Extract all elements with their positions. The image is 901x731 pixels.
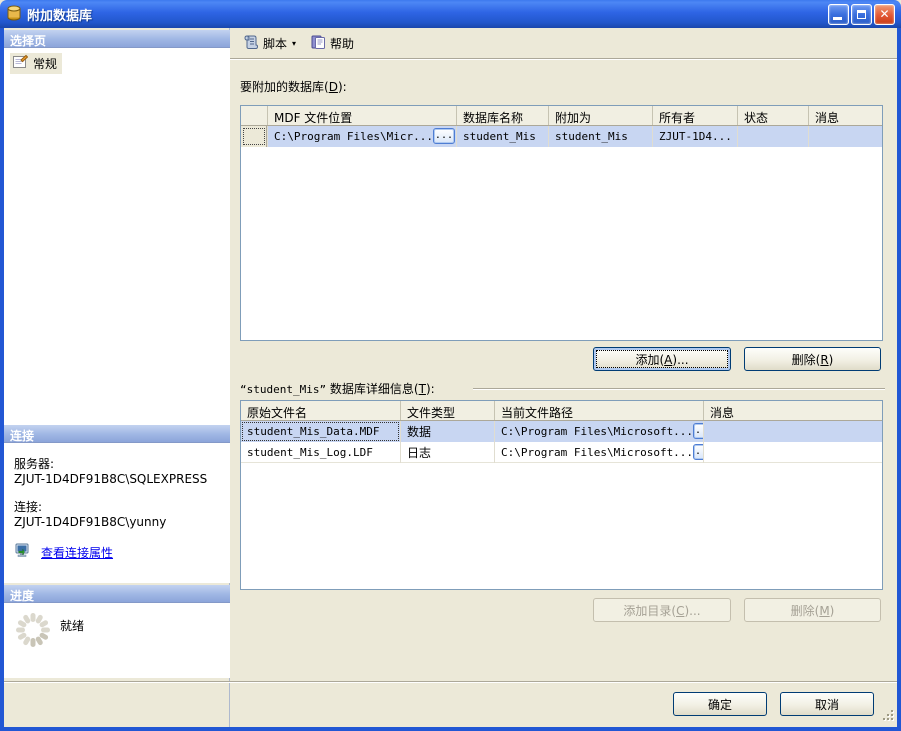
column-header-message: 消息	[808, 106, 882, 125]
browse-path-button[interactable]: ...	[693, 444, 703, 460]
help-icon	[310, 34, 326, 53]
database-details-label: “student_Mis” 数据库详细信息(T):	[240, 380, 435, 397]
titlebar[interactable]: 附加数据库 ✕	[0, 0, 901, 28]
details-db-name: “student_Mis”	[240, 383, 326, 396]
close-button[interactable]: ✕	[874, 4, 895, 25]
remove-button[interactable]: 删除(R)	[744, 347, 881, 371]
mdf-location-value: C:\Program Files\Micr...	[274, 130, 433, 143]
help-button[interactable]: 帮助	[306, 32, 358, 55]
attach-grid-header: MDF 文件位置 数据库名称 附加为 所有者 状态 消息	[241, 106, 882, 126]
connection-header: 连接	[4, 425, 230, 443]
script-button[interactable]: 脚本 ▾	[239, 32, 300, 55]
message-cell[interactable]	[808, 126, 882, 147]
current-path-cell[interactable]: C:\Program Files\Microsoft... ...	[494, 421, 703, 442]
chevron-down-icon: ▾	[292, 39, 296, 48]
property-page-icon	[12, 54, 28, 73]
file-type-cell[interactable]: 日志	[400, 442, 494, 463]
mdf-location-cell[interactable]: C:\Program Files\Micr... ...	[267, 126, 456, 147]
current-path-value: C:\Program Files\Microsoft...	[501, 446, 693, 459]
column-header-database-name: 数据库名称	[456, 106, 548, 125]
message-cell[interactable]	[703, 421, 882, 442]
attach-as-cell[interactable]: student_Mis	[548, 126, 652, 147]
pages-panel: 常规	[4, 48, 230, 425]
status-text: 就绪	[60, 617, 84, 634]
progress-spinner-icon	[14, 611, 52, 652]
toolbar: 脚本 ▾ 帮助	[230, 28, 897, 59]
browse-path-button[interactable]: ...	[693, 423, 703, 439]
select-page-header: 选择页	[4, 30, 230, 48]
main-panel: 脚本 ▾ 帮助 要附加的数据库(D):	[230, 28, 897, 727]
current-path-cell[interactable]: C:\Program Files\Microsoft... ...	[494, 442, 703, 463]
attach-databases-grid[interactable]: MDF 文件位置 数据库名称 附加为 所有者 状态 消息 C:\Program …	[240, 105, 883, 341]
browse-mdf-button[interactable]: ...	[433, 128, 455, 144]
column-header-mdf-location: MDF 文件位置	[267, 106, 456, 125]
sidebar-item-general[interactable]: 常规	[10, 53, 62, 74]
window-title: 附加数据库	[27, 5, 92, 24]
column-header-attach-as: 附加为	[548, 106, 652, 125]
window-border-bottom	[0, 727, 901, 731]
details-label-rest: 数据库详细信息(T):	[326, 382, 435, 396]
groupbox-line	[473, 388, 885, 390]
footer-divider	[4, 681, 897, 683]
progress-panel: 就绪	[4, 603, 230, 678]
original-filename-cell[interactable]: student_Mis_Data.MDF	[241, 421, 400, 442]
column-header-original-filename: 原始文件名	[241, 401, 400, 420]
help-button-label: 帮助	[330, 35, 354, 52]
minimize-icon	[833, 17, 842, 20]
server-label: 服务器:	[14, 455, 230, 472]
current-path-value: C:\Program Files\Microsoft...	[501, 425, 693, 438]
progress-header: 进度	[4, 585, 230, 603]
attach-databases-label: 要附加的数据库(D):	[240, 78, 347, 95]
original-filename-cell[interactable]: student_Mis_Log.LDF	[241, 442, 400, 463]
connection-value: ZJUT-1D4DF91B8C\yunny	[14, 515, 230, 529]
remove-catalog-button: 删除(M)	[744, 598, 881, 622]
column-header-current-path: 当前文件路径	[494, 401, 703, 420]
window-border-right	[897, 28, 901, 731]
table-row[interactable]: student_Mis_Data.MDF 数据 C:\Program Files…	[241, 421, 882, 442]
connection-properties-icon	[14, 543, 32, 562]
resize-grip[interactable]	[882, 709, 895, 725]
column-header-message: 消息	[703, 401, 882, 420]
minimize-button[interactable]	[828, 4, 849, 25]
row-selector-cell[interactable]	[241, 126, 267, 147]
attach-database-dialog: 附加数据库 ✕ 选择页 常规	[0, 0, 901, 731]
script-button-label: 脚本	[263, 35, 287, 52]
details-grid-header: 原始文件名 文件类型 当前文件路径 消息	[241, 401, 882, 421]
cancel-button[interactable]: 取消	[780, 692, 874, 716]
add-catalog-button: 添加目录(C)...	[593, 598, 731, 622]
script-icon	[243, 34, 259, 53]
file-type-cell[interactable]: 数据	[400, 421, 494, 442]
connection-panel: 服务器: ZJUT-1D4DF91B8C\SQLEXPRESS 连接: ZJUT…	[4, 443, 230, 583]
database-name-cell[interactable]: student_Mis	[456, 126, 548, 147]
ok-button[interactable]: 确定	[673, 692, 767, 716]
maximize-button[interactable]	[851, 4, 872, 25]
connection-label: 连接:	[14, 498, 230, 515]
column-header-owner: 所有者	[652, 106, 737, 125]
server-value: ZJUT-1D4DF91B8C\SQLEXPRESS	[14, 472, 230, 486]
status-cell[interactable]	[737, 126, 808, 147]
column-header-selector	[241, 106, 267, 125]
database-details-grid[interactable]: 原始文件名 文件类型 当前文件路径 消息 student_Mis_Data.MD…	[240, 400, 883, 590]
add-button[interactable]: 添加(A)...	[593, 347, 731, 371]
sidebar: 选择页 常规 连接 服务器: ZJUT-1D4DF91B8C\SQLEXPRES…	[4, 28, 230, 727]
maximize-icon	[857, 10, 866, 19]
message-cell[interactable]	[703, 442, 882, 463]
table-row[interactable]: student_Mis_Log.LDF 日志 C:\Program Files\…	[241, 442, 882, 463]
column-header-file-type: 文件类型	[400, 401, 494, 420]
column-header-status: 状态	[737, 106, 808, 125]
owner-cell[interactable]: ZJUT-1D4...	[652, 126, 737, 147]
sidebar-item-label: 常规	[33, 55, 57, 72]
database-icon	[6, 5, 22, 24]
table-row[interactable]: C:\Program Files\Micr... ... student_Mis…	[241, 126, 882, 147]
view-connection-properties-link[interactable]: 查看连接属性	[41, 544, 113, 561]
